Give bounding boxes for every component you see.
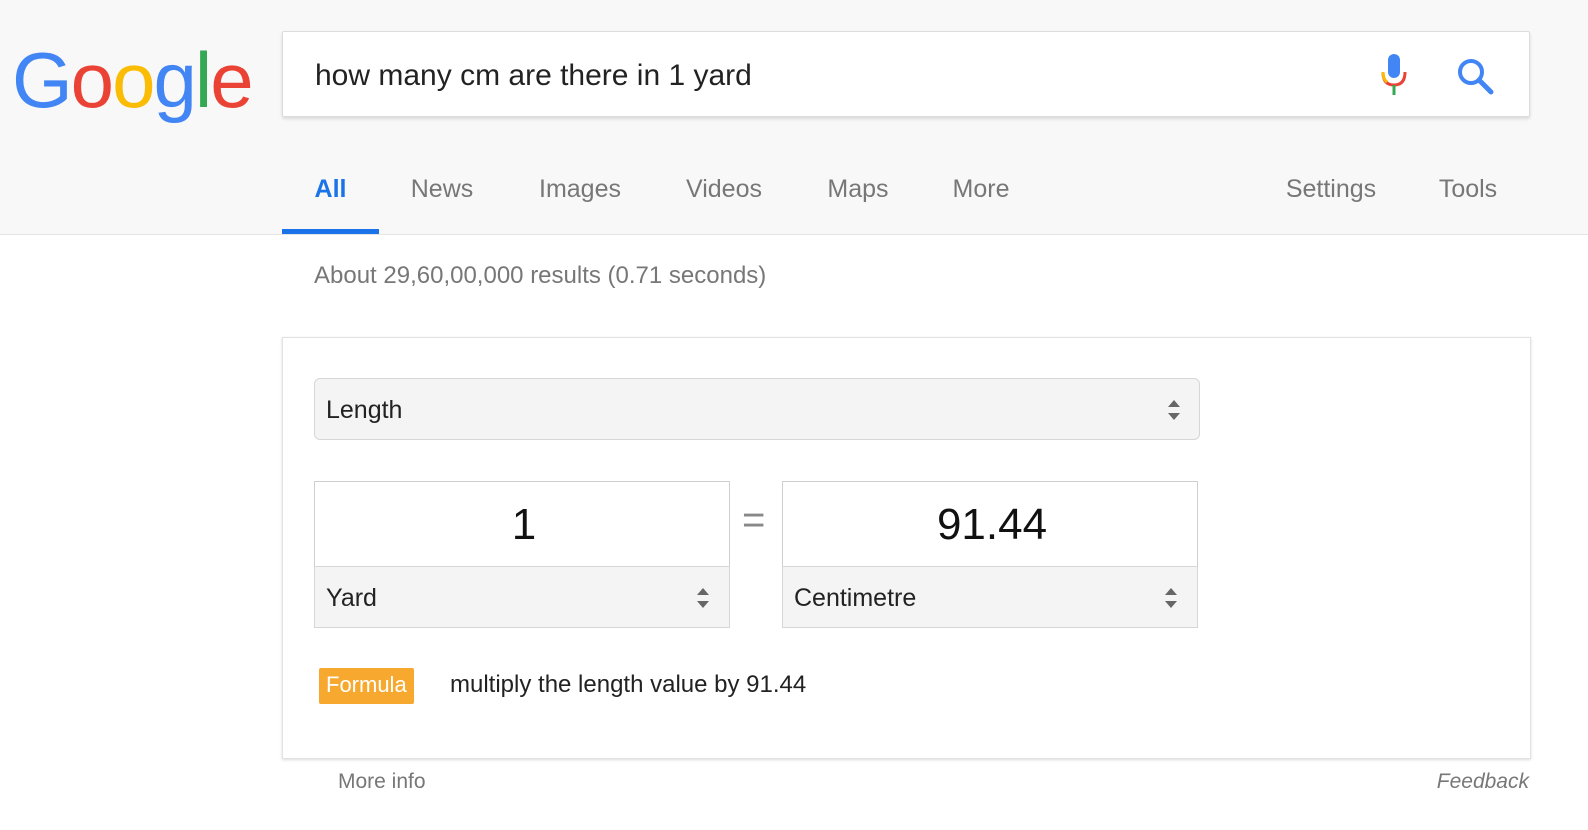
tab-tools[interactable]: Tools (1436, 150, 1500, 230)
magnifier-icon[interactable] (1455, 56, 1495, 96)
to-unit-select[interactable]: Centimetre (782, 566, 1198, 628)
select-arrows-icon (1168, 400, 1180, 420)
from-unit-select[interactable]: Yard (314, 566, 730, 628)
feedback-link[interactable]: Feedback (1437, 770, 1529, 794)
from-value-input[interactable] (315, 482, 733, 568)
tab-all[interactable]: All (282, 150, 379, 234)
tab-videos[interactable]: Videos (682, 150, 766, 230)
to-value-box (782, 481, 1201, 568)
header-bar: Google All News Images Videos Maps More … (0, 0, 1588, 235)
from-value-box (314, 481, 733, 568)
google-logo[interactable]: Google (12, 30, 254, 130)
category-select-label: Length (326, 396, 403, 424)
logo-letter: G (12, 36, 73, 124)
tab-images[interactable]: Images (535, 150, 625, 230)
logo-letter: e (210, 36, 253, 124)
more-info-link[interactable]: More info (338, 770, 426, 794)
microphone-icon[interactable] (1379, 52, 1409, 98)
search-tabs: All News Images Videos Maps More Setting… (282, 150, 1542, 234)
tab-settings[interactable]: Settings (1282, 150, 1380, 230)
result-stats: About 29,60,00,000 results (0.71 seconds… (314, 262, 767, 289)
tab-news[interactable]: News (406, 150, 478, 230)
from-unit-label: Yard (326, 584, 377, 612)
to-unit-label: Centimetre (794, 584, 917, 612)
formula-text: multiply the length value by 91.44 (450, 671, 807, 698)
to-value-input[interactable] (783, 482, 1201, 568)
logo-letter: g (153, 36, 196, 124)
logo-letter: o (70, 36, 114, 124)
select-arrows-icon (1165, 588, 1177, 608)
search-box (282, 31, 1530, 117)
formula-badge: Formula (319, 668, 414, 704)
category-select[interactable]: Length (314, 378, 1200, 440)
tab-more[interactable]: More (949, 150, 1013, 230)
search-input[interactable] (313, 50, 1357, 102)
select-arrows-icon (697, 588, 709, 608)
logo-letter: l (194, 36, 212, 124)
logo-letter: o (112, 36, 155, 124)
equals-sign: = (742, 498, 766, 542)
tab-maps[interactable]: Maps (822, 150, 894, 230)
